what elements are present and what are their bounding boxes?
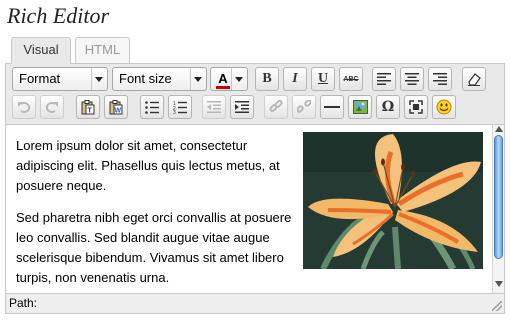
redo-button[interactable] [40,95,64,119]
redo-icon [45,102,58,113]
page-title: Rich Editor [7,3,110,28]
insert-image-icon [352,100,368,114]
status-bar: Path: [6,293,504,313]
chevron-down-icon [235,77,243,82]
outdent-icon [207,101,221,113]
resize-grip-icon[interactable] [492,301,502,311]
numbered-list-icon: 123 [173,101,187,114]
format-select[interactable]: Format [12,67,108,91]
align-right-icon [433,73,447,85]
align-right-button[interactable] [428,67,452,91]
align-left-icon [377,73,391,85]
font-size-select-label: Font size [119,71,172,86]
italic-button[interactable]: I [283,67,307,91]
align-left-button[interactable] [372,67,396,91]
rich-editor: Format Font size A B I U ABC T W 1 2 3 Ω… [5,63,505,314]
underline-icon: U [317,71,329,86]
numbered-list-button[interactable]: 123 [168,95,192,119]
undo-button[interactable] [12,95,36,119]
indent-button[interactable] [230,95,254,119]
font-size-select[interactable]: Font size [112,67,207,91]
fullscreen-icon [409,100,423,114]
emoticon-button[interactable] [432,95,456,119]
paste-from-word-button[interactable]: W [104,95,128,119]
outdent-button[interactable] [202,95,226,119]
format-select-label: Format [19,71,61,86]
paste-word-icon: W [109,99,123,114]
chevron-down-icon [95,77,103,82]
remove-link-button[interactable] [292,95,316,119]
paste-text-icon: T [81,99,95,114]
bold-icon: B [262,71,272,86]
vertical-scrollbar[interactable] [492,124,504,293]
eraser-icon [468,73,481,86]
strikethrough-icon: ABC [343,75,359,83]
special-character-button[interactable]: Ω [376,95,400,119]
text-color-glyph: A [218,71,228,86]
strikethrough-button[interactable]: ABC [339,67,363,91]
text-color-icon: A [216,68,230,90]
underline-button[interactable]: U [311,67,335,91]
fullscreen-button[interactable] [404,95,428,119]
text-color-button[interactable]: A [210,67,248,91]
lily-image[interactable] [303,132,483,269]
svg-text:3: 3 [173,110,176,114]
align-center-icon [405,73,419,85]
insert-link-button[interactable] [264,95,288,119]
scrollbar-thumb[interactable] [494,135,503,259]
bullet-list-icon [145,100,159,114]
undo-icon [18,102,31,113]
unlink-icon [297,100,311,113]
insert-image-button[interactable] [348,95,372,119]
horizontal-rule-button[interactable] [320,95,344,119]
clear-formatting-button[interactable] [462,67,486,91]
special-character-icon: Ω [381,99,395,115]
content-paragraph: Sed pharetra nibh eget orci convallis at… [16,210,292,285]
scroll-down-arrow-icon[interactable] [495,281,503,287]
paste-as-text-button[interactable]: T [76,95,100,119]
chevron-down-icon [194,77,202,82]
path-label: Path: [9,296,38,310]
scroll-up-arrow-icon[interactable] [495,126,503,132]
bold-button[interactable]: B [255,67,279,91]
align-center-button[interactable] [400,67,424,91]
bullet-list-button[interactable] [140,95,164,119]
indent-icon [235,101,249,113]
tab-visual[interactable]: Visual [11,37,71,64]
italic-icon: I [292,71,298,86]
content-paragraph: Lorem ipsum dolor sit amet, consectetur … [16,138,280,193]
link-icon [269,100,283,113]
svg-text:T: T [88,107,93,114]
horizontal-rule-icon [324,106,340,108]
svg-text:W: W [115,107,122,114]
tab-html[interactable]: HTML [75,37,130,63]
smiley-icon [436,99,452,115]
editor-content-area[interactable]: Lorem ipsum dolor sit amet, consectetur … [6,124,492,293]
